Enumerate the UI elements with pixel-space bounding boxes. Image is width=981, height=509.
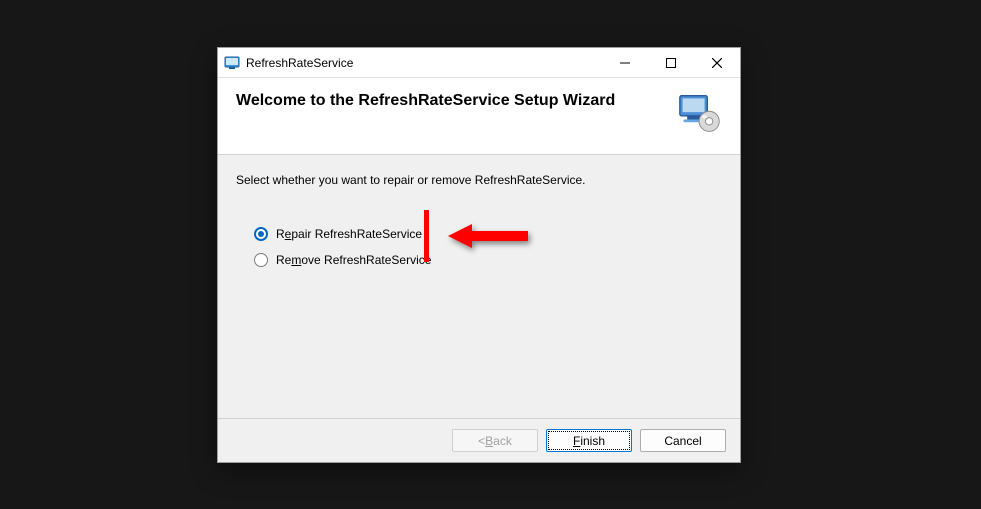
- setup-computer-icon: [678, 92, 722, 136]
- radio-selected-icon: [254, 227, 268, 241]
- window-controls: [602, 48, 740, 77]
- installer-window: RefreshRateService Welcome to the Refres…: [217, 47, 741, 463]
- minimize-button[interactable]: [602, 48, 648, 77]
- app-icon: [224, 55, 240, 71]
- radio-unselected-icon: [254, 253, 268, 267]
- window-title: RefreshRateService: [246, 56, 602, 70]
- annotation-highlight-bar: [424, 210, 429, 262]
- repair-label: Repair RefreshRateService: [276, 227, 422, 241]
- wizard-footer: < Back Finish Cancel: [218, 418, 740, 462]
- maximize-button[interactable]: [648, 48, 694, 77]
- close-button[interactable]: [694, 48, 740, 77]
- instruction-text: Select whether you want to repair or rem…: [236, 173, 722, 187]
- wizard-header: Welcome to the RefreshRateService Setup …: [218, 78, 740, 155]
- remove-label: Remove RefreshRateService: [276, 253, 431, 267]
- wizard-body: Select whether you want to repair or rem…: [218, 155, 740, 418]
- title-bar: RefreshRateService: [218, 48, 740, 78]
- annotation-arrow-left-icon: [448, 222, 528, 250]
- back-button: < Back: [452, 429, 538, 452]
- remove-option[interactable]: Remove RefreshRateService: [254, 253, 722, 267]
- finish-button[interactable]: Finish: [546, 429, 632, 452]
- wizard-heading: Welcome to the RefreshRateService Setup …: [236, 92, 615, 110]
- cancel-button[interactable]: Cancel: [640, 429, 726, 452]
